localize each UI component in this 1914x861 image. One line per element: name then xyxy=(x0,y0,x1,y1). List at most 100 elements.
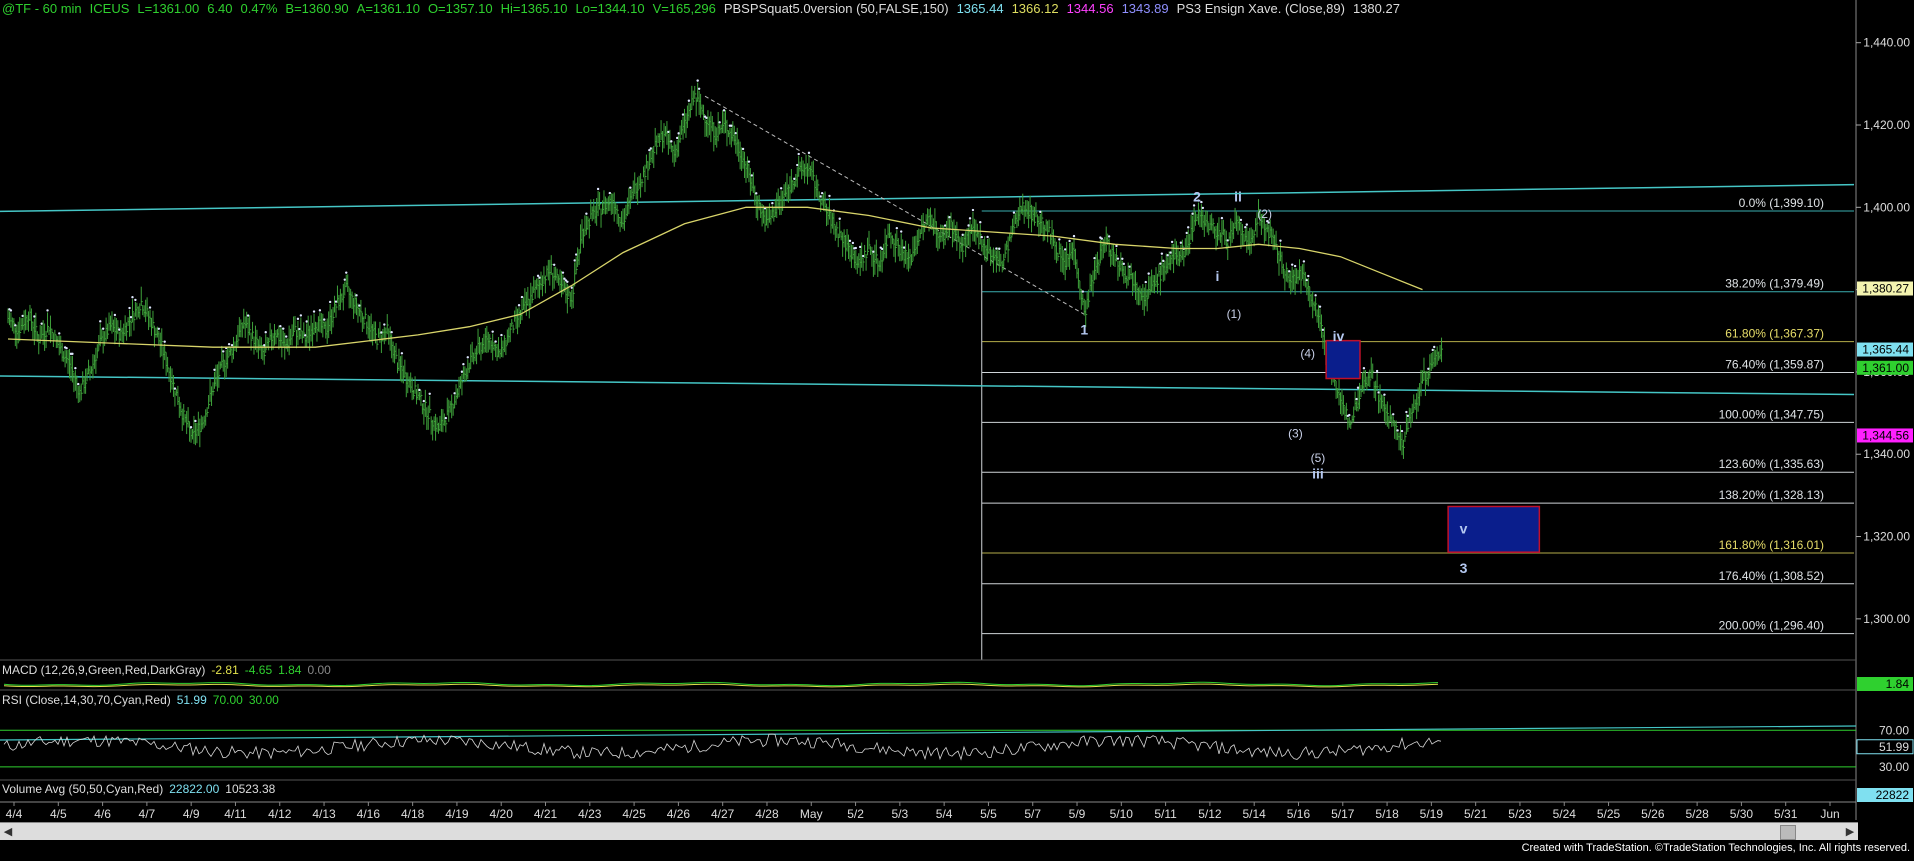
pivot-dot xyxy=(681,113,685,116)
wave-label: 1 xyxy=(1080,321,1088,337)
pivot-dot xyxy=(328,300,332,304)
pivot-dot xyxy=(1355,397,1358,401)
pivot-dot xyxy=(677,132,680,135)
pivot-dot xyxy=(355,294,358,297)
pivot-dot xyxy=(1166,254,1169,257)
pivot-dot xyxy=(58,332,61,335)
pivot-dot xyxy=(1375,369,1379,373)
scroll-right-arrow[interactable]: ▶ xyxy=(1842,823,1858,841)
pivot-dot xyxy=(279,325,282,328)
time-tick-label: 4/7 xyxy=(139,807,156,821)
pivot-dot xyxy=(1321,328,1325,332)
pivot-dot xyxy=(131,296,134,299)
fib-label: 0.0% (1,399.10) xyxy=(1739,196,1824,210)
scroll-left-arrow[interactable]: ◀ xyxy=(0,823,16,841)
time-tick-label: 5/18 xyxy=(1375,807,1399,821)
pivot-dot xyxy=(296,317,300,321)
wave-label: i xyxy=(1216,268,1220,284)
pivot-dot xyxy=(900,230,903,233)
wave-iv-box xyxy=(1325,339,1361,380)
time-tick-label: 5/30 xyxy=(1730,807,1754,821)
time-tick-label: 4/13 xyxy=(312,807,336,821)
pct-change: 0.47% xyxy=(240,1,278,16)
pivot-dot xyxy=(1185,231,1188,235)
pivot-dot xyxy=(157,327,161,331)
price-tag-label: 1,365.44 xyxy=(1862,343,1909,357)
pivot-dot xyxy=(902,246,906,249)
pivot-dot xyxy=(1226,239,1229,242)
pivot-dot xyxy=(40,322,43,325)
pivot-dot xyxy=(995,247,998,250)
pivot-dot xyxy=(779,187,783,190)
price-tag-label: 1,361.00 xyxy=(1862,361,1909,375)
pivot-dot xyxy=(1383,393,1386,396)
pivot-dot xyxy=(649,147,653,150)
pivot-dot xyxy=(345,271,348,274)
pivot-dot xyxy=(230,343,234,347)
scroll-thumb[interactable] xyxy=(1780,825,1796,840)
pivot-dot xyxy=(1220,216,1224,220)
pivot-dot xyxy=(466,356,469,359)
pivot-dot xyxy=(1245,223,1248,226)
pivot-dot xyxy=(323,318,326,321)
pivot-dot xyxy=(1147,272,1150,275)
time-tick-label: 4/28 xyxy=(755,807,779,821)
time-tick-label: 5/3 xyxy=(892,807,909,821)
pivot-dot xyxy=(1160,252,1164,255)
pivot-dot xyxy=(741,147,745,151)
pivot-dot xyxy=(1314,294,1317,297)
pivot-dot xyxy=(305,320,308,323)
pivot-dot xyxy=(629,186,632,189)
fib-label: 176.40% (1,308.52) xyxy=(1719,569,1824,583)
time-tick-label: 4/18 xyxy=(401,807,425,821)
pivot-dot xyxy=(574,253,578,256)
time-tick-label: 5/28 xyxy=(1685,807,1709,821)
time-tick-label: 5/24 xyxy=(1553,807,1577,821)
wave-label: iii xyxy=(1312,465,1324,481)
price-chart[interactable]: 0.0% (1,399.10) 38.20% (1,379.49) 61.80% (… xyxy=(0,0,1914,856)
wave-label: 2 xyxy=(1193,188,1201,204)
pivot-dot xyxy=(718,121,721,124)
time-tick-label: 4/19 xyxy=(445,807,469,821)
pivot-dot xyxy=(1288,270,1291,273)
fib-label: 123.60% (1,335.63) xyxy=(1719,457,1824,471)
pivot-dot xyxy=(113,313,117,317)
time-scrollbar[interactable]: ◀ ▶ xyxy=(0,822,1858,841)
price-tick-label: 1,340.00 xyxy=(1863,447,1910,461)
pivot-dot xyxy=(304,334,307,337)
time-tick-label: 4/9 xyxy=(183,807,200,821)
pivot-dot xyxy=(128,306,131,310)
pivot-dot xyxy=(99,320,102,323)
pivot-dot xyxy=(428,392,431,395)
pivot-dot xyxy=(697,87,701,90)
pivot-dot xyxy=(1170,240,1174,244)
pivot-dot xyxy=(722,109,726,112)
macd-label: MACD (12,26,9,Green,Red,DarkGray) -2.81 -4… xyxy=(2,663,331,677)
pivot-dot xyxy=(967,224,970,227)
pivot-dot xyxy=(838,217,841,220)
pivot-dot xyxy=(1107,235,1111,238)
pivot-dot xyxy=(462,363,465,366)
pivot-dot xyxy=(872,250,875,253)
pivot-dot xyxy=(264,331,267,334)
pivot-dot xyxy=(1244,226,1247,229)
time-tick-label: 4/25 xyxy=(622,807,646,821)
pivot-dot xyxy=(383,323,386,326)
pivot-dot xyxy=(1192,204,1196,207)
pivot-dot xyxy=(46,309,49,312)
pivot-dot xyxy=(819,195,822,198)
time-tick-label: 5/4 xyxy=(936,807,953,821)
pivot-dot xyxy=(1348,413,1351,417)
pivot-dot xyxy=(880,247,884,251)
time-tick-label: 5/17 xyxy=(1331,807,1355,821)
pivot-dot xyxy=(895,226,899,230)
fib-label: 138.20% (1,328.13) xyxy=(1719,488,1824,502)
pivot-dot xyxy=(520,295,524,299)
pivot-dot xyxy=(573,259,576,262)
time-tick-label: 5/9 xyxy=(1069,807,1086,821)
pivot-dot xyxy=(163,340,166,343)
study1-label: PBSPSquat5.0version (50,FALSE,150) xyxy=(723,1,949,16)
pivot-dot xyxy=(705,116,708,120)
volume: V=165,296 xyxy=(652,1,716,16)
pivot-dot xyxy=(101,327,105,330)
